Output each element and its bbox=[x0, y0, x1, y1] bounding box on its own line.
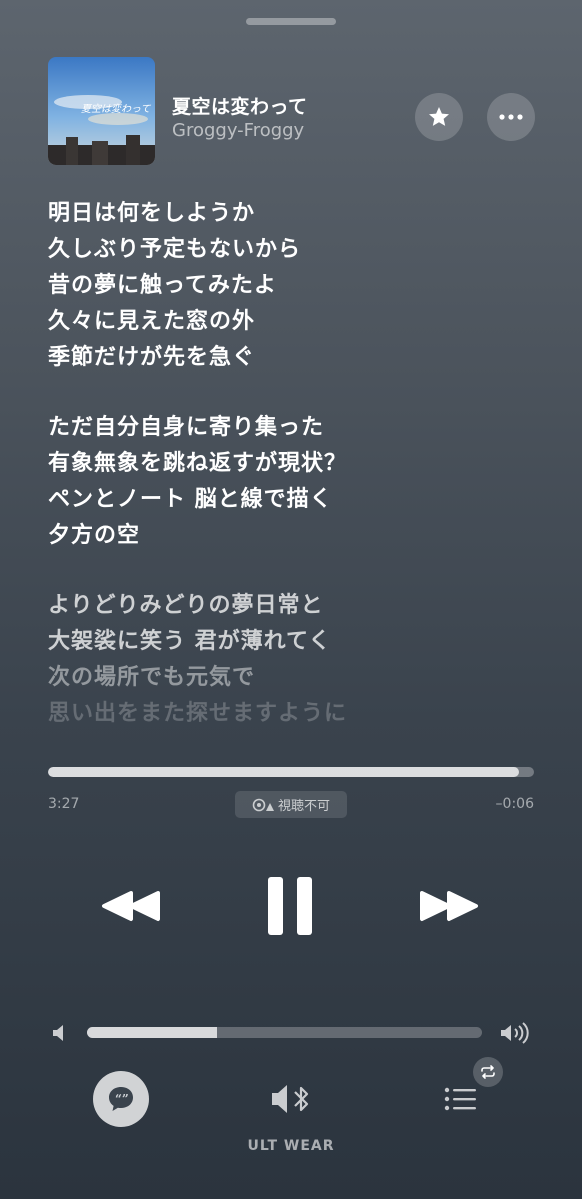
lyrics-view[interactable]: 明日は何をしようか 久しぶり予定もないから 昔の夢に触ってみたよ 久々に見えた窓… bbox=[48, 196, 548, 766]
more-options-button[interactable] bbox=[487, 93, 535, 141]
lyric-line[interactable]: ただ自分自身に寄り集った bbox=[48, 410, 548, 446]
unavailable-audio-icon bbox=[252, 798, 274, 811]
lyric-line[interactable]: よりどりみどりの夢日常と bbox=[48, 588, 548, 624]
lyric-line[interactable]: 明日は何をしようか bbox=[48, 196, 548, 232]
status-badge-label: 視聴不可 bbox=[277, 799, 330, 814]
queue-button[interactable] bbox=[444, 1086, 478, 1116]
audio-output-button[interactable] bbox=[270, 1082, 314, 1120]
lyrics-button[interactable]: “” bbox=[93, 1071, 149, 1127]
volume-min-icon bbox=[53, 1025, 63, 1041]
playback-scrubber[interactable] bbox=[48, 767, 534, 777]
status-badge: 視聴不可 bbox=[235, 791, 347, 818]
output-device-name: ULT WEAR bbox=[247, 1138, 335, 1154]
lyric-line[interactable]: 季節だけが先を急ぐ bbox=[48, 340, 548, 376]
repeat-icon bbox=[481, 1065, 495, 1079]
song-title: 夏空は変わって bbox=[172, 96, 308, 118]
lyric-line[interactable]: 大袈裟に笑う 君が薄れてく bbox=[48, 624, 548, 660]
ellipsis-icon bbox=[499, 114, 523, 120]
fast-forward-icon bbox=[420, 891, 478, 921]
lyrics-quote-icon: “” bbox=[109, 1087, 133, 1111]
sheet-grabber[interactable] bbox=[246, 18, 336, 25]
volume-max-icon bbox=[501, 1022, 529, 1044]
favorite-button[interactable] bbox=[415, 93, 463, 141]
volume-slider[interactable] bbox=[87, 1027, 482, 1038]
remaining-time: –0:06 bbox=[495, 796, 534, 812]
svg-text:“”: “” bbox=[115, 1092, 129, 1106]
rewind-button[interactable] bbox=[100, 875, 162, 941]
repeat-badge[interactable] bbox=[473, 1057, 503, 1087]
lyric-line[interactable]: 有象無象を跳ね返すが現状？ bbox=[48, 446, 548, 482]
pause-button[interactable] bbox=[264, 875, 318, 941]
pause-icon bbox=[268, 877, 312, 935]
lyric-line[interactable]: 久々に見えた窓の外 bbox=[48, 304, 548, 340]
elapsed-time: 3:27 bbox=[48, 796, 80, 812]
rewind-icon bbox=[102, 891, 160, 921]
playback-progress-fill bbox=[48, 767, 520, 777]
star-icon bbox=[429, 107, 449, 126]
lyric-line[interactable]: ペンとノート 脳と線で描く bbox=[48, 482, 548, 518]
lyric-line[interactable]: 昔の夢に触ってみたよ bbox=[48, 268, 548, 304]
lyric-line[interactable]: 久しぶり予定もないから bbox=[48, 232, 548, 268]
list-icon bbox=[444, 1087, 476, 1111]
speaker-bluetooth-icon bbox=[272, 1085, 309, 1113]
artist-name[interactable]: Groggy-Froggy bbox=[172, 120, 304, 141]
lyric-verse: 明日は何をしようか 久しぶり予定もないから 昔の夢に触ってみたよ 久々に見えた窓… bbox=[48, 196, 548, 376]
lyric-line[interactable]: 夕方の空 bbox=[48, 518, 548, 554]
volume-slider-fill bbox=[87, 1027, 218, 1038]
lyric-verse: よりどりみどりの夢日常と 大袈裟に笑う 君が薄れてく 次の場所でも元気で 思い出… bbox=[48, 588, 548, 732]
svg-text:夏空は変わって: 夏空は変わって bbox=[81, 103, 151, 115]
fast-forward-button[interactable] bbox=[418, 875, 480, 941]
lyric-verse: ただ自分自身に寄り集った 有象無象を跳ね返すが現状？ ペンとノート 脳と線で描く… bbox=[48, 410, 548, 554]
album-artwork[interactable]: 夏空は変わって bbox=[48, 57, 155, 165]
lyric-line[interactable]: 次の場所でも元気で bbox=[48, 660, 548, 696]
lyric-line[interactable]: 思い出をまた探せますように bbox=[48, 696, 548, 732]
